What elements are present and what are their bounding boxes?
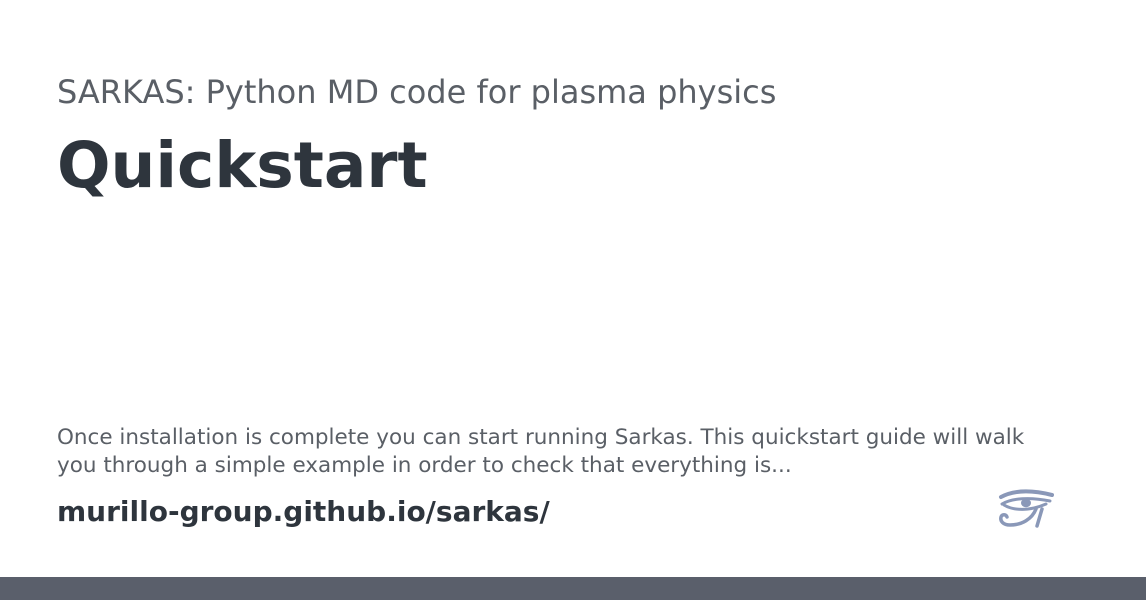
social-preview-card: SARKAS: Python MD code for plasma physic…	[0, 0, 1146, 577]
eye-of-horus-icon	[996, 489, 1056, 531]
site-url: murillo-group.github.io/sarkas/	[57, 495, 550, 528]
page-title: Quickstart	[57, 129, 428, 202]
footer-bar	[0, 577, 1146, 600]
site-title: SARKAS: Python MD code for plasma physic…	[57, 73, 777, 111]
page-description: Once installation is complete you can st…	[57, 425, 1025, 478]
